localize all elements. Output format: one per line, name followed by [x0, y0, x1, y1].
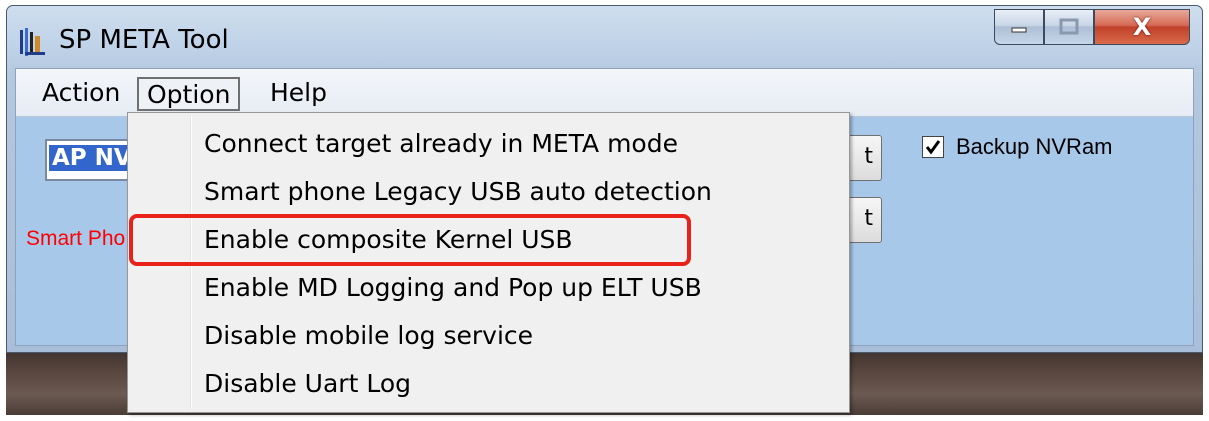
action-button-2-label: t	[864, 206, 873, 231]
minimize-button[interactable]	[994, 9, 1044, 45]
ap-nvram-field-text: AP NV	[49, 145, 135, 171]
close-button[interactable]: X	[1094, 9, 1190, 45]
backup-nvram-checkbox[interactable]	[922, 136, 944, 158]
menu-item-md-logging-elt-usb[interactable]: Enable MD Logging and Pop up ELT USB	[204, 266, 702, 310]
menu-option[interactable]: Option	[137, 77, 241, 111]
window-title: SP META Tool	[59, 25, 229, 55]
backup-nvram-label: Backup NVRam	[956, 134, 1113, 159]
action-button-1[interactable]: t	[846, 135, 882, 181]
maximize-button[interactable]	[1044, 9, 1094, 45]
smart-phone-label: Smart Pho	[26, 227, 126, 250]
checkmark-icon	[925, 140, 941, 155]
backup-nvram-option[interactable]: Backup NVRam	[922, 134, 1113, 160]
minimize-icon	[1011, 27, 1027, 33]
menu-item-connect-target-meta[interactable]: Connect target already in META mode	[204, 122, 678, 166]
menu-bar: Action Option Help	[16, 69, 1193, 117]
menu-item-disable-mobile-log[interactable]: Disable mobile log service	[204, 314, 533, 358]
menu-help[interactable]: Help	[262, 77, 335, 111]
menu-action[interactable]: Action	[34, 77, 128, 111]
menu-item-legacy-usb-detection[interactable]: Smart phone Legacy USB auto detection	[204, 170, 712, 214]
title-bar[interactable]: SP META Tool X	[7, 6, 1202, 68]
action-button-1-label: t	[864, 144, 873, 169]
menu-item-disable-uart-log[interactable]: Disable Uart Log	[204, 362, 411, 406]
highlight-annotation-box	[129, 214, 691, 266]
caption-buttons: X	[994, 9, 1190, 47]
close-icon: X	[1132, 13, 1152, 41]
action-button-2[interactable]: t	[846, 197, 882, 243]
app-icon	[20, 28, 45, 56]
maximize-icon	[1059, 18, 1079, 35]
